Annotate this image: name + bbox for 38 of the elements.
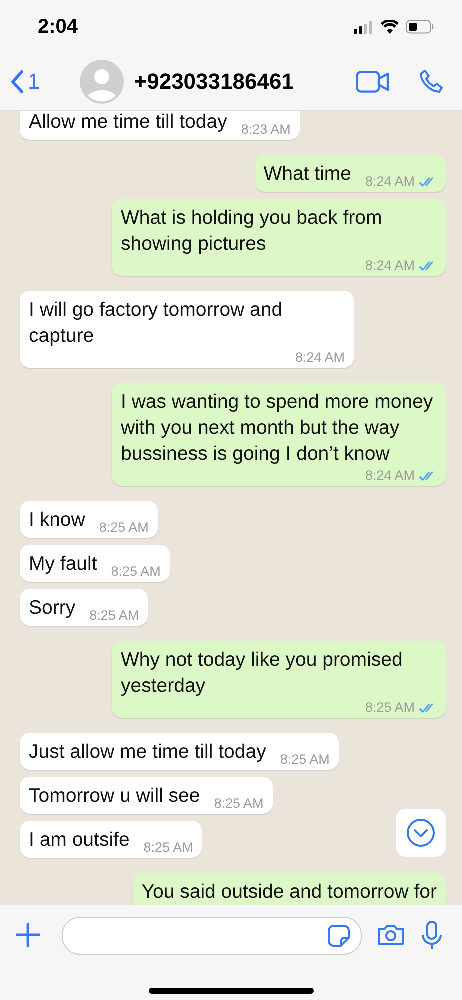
back-button[interactable]: 1	[10, 69, 40, 95]
message-time: 8:25 AM	[99, 519, 149, 537]
message-text: Sorry	[29, 596, 76, 621]
message-text: What time	[264, 162, 352, 187]
message-input-field[interactable]	[62, 917, 362, 955]
message-text: Why not today like you promised yesterday	[121, 648, 404, 699]
message-text: Tomorrow u will see	[29, 784, 200, 809]
message-time: 8:25 AM	[214, 795, 264, 813]
signal-icon	[354, 20, 374, 34]
battery-icon	[406, 20, 434, 34]
message-time: 8:25 AM	[144, 839, 194, 857]
message-time: 8:24 AM	[365, 257, 415, 275]
message-time: 8:24 AM	[365, 467, 415, 485]
message-time: 8:25 AM	[365, 699, 415, 717]
contact-name[interactable]: +923033186461	[134, 69, 356, 95]
scroll-down-button[interactable]	[396, 809, 446, 857]
message-text: What is holding you back from showing pictures	[121, 206, 384, 257]
message-time: 8:23 AM	[241, 121, 291, 139]
message-text: I am outsife	[29, 828, 130, 853]
chevron-left-icon	[10, 70, 24, 94]
message-time: 8:25 AM	[111, 563, 161, 581]
phone-icon[interactable]	[418, 69, 444, 95]
message-text: I will go factory tomorrow and capture	[29, 298, 284, 349]
message-time: 8:25 AM	[280, 751, 330, 769]
message-text: You said outside and tomorrow for	[142, 880, 437, 905]
message-text: Just allow me time till today	[29, 740, 266, 765]
message-text: I know	[29, 508, 86, 533]
sticker-icon[interactable]	[327, 924, 351, 948]
message-time: 8:25 AM	[90, 607, 140, 625]
chevron-down-icon	[406, 818, 436, 848]
message-text: Allow me time till today	[29, 111, 228, 135]
video-call-icon[interactable]	[356, 71, 390, 93]
message-text: My fault	[29, 552, 98, 577]
status-time: 2:04	[38, 16, 78, 38]
wifi-icon	[381, 20, 399, 34]
message-text: I was wanting to spend more money with you next month but the way bussiness is going I don’t know	[121, 390, 434, 467]
message-time: 8:24 AM	[365, 173, 415, 191]
message-time: 8:24 AM	[295, 349, 345, 367]
